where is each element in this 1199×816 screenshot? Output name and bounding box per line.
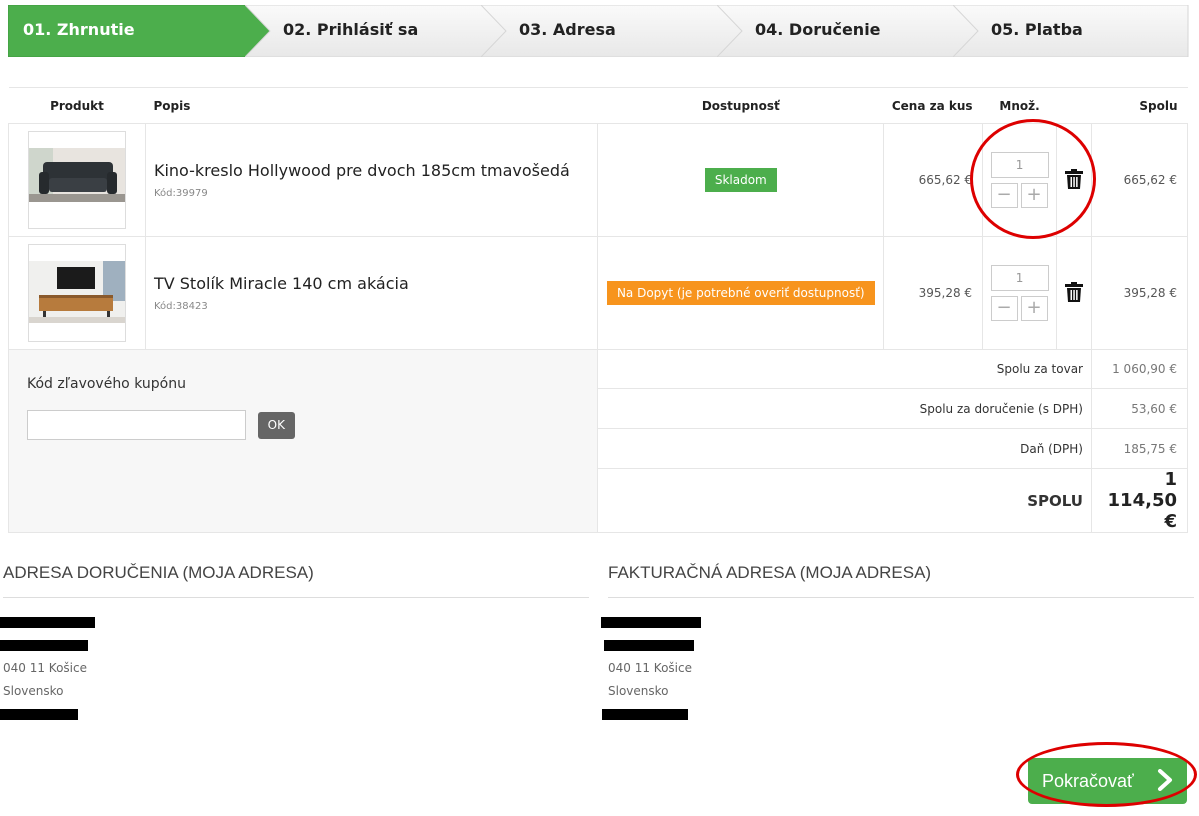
header-availability: Dostupnosť [597, 87, 884, 124]
billing-address: FAKTURAČNÁ ADRESA (MOJA ADRESA) 040 11 K… [601, 563, 1194, 726]
redacted-phone [0, 709, 78, 720]
tax-value: 185,75 € [1090, 428, 1189, 469]
subtotal-value: 1 060,90 € [1090, 349, 1189, 389]
step-label: 03. Adresa [519, 20, 616, 39]
unit-price: 665,62 € [883, 123, 984, 237]
coupon-ok-button[interactable]: OK [257, 411, 295, 439]
checkout-steps: 01. Zhrnutie 02. Prihlásiť sa 03. Adresa… [8, 5, 1189, 57]
cart-row: TV Stolík Miracle 140 cm akácia Kód:3842… [8, 236, 1189, 350]
step-label: 04. Doručenie [755, 20, 881, 39]
coupon-input[interactable] [27, 410, 246, 440]
redacted-street [604, 640, 694, 651]
header-total: Spolu [1091, 87, 1188, 124]
coupon-section: Kód zľavového kupónu OK [7, 349, 599, 533]
tax-label: Daň (DPH) [597, 428, 1092, 469]
grand-total-value: 1 114,50 € [1090, 468, 1189, 533]
plus-icon[interactable]: + [1020, 183, 1048, 208]
plus-icon[interactable]: + [1020, 296, 1048, 321]
billing-city: 040 11 Košice [608, 661, 692, 675]
redacted-name [0, 617, 95, 628]
availability-badge: Skladom [704, 168, 777, 192]
header-description: Popis [145, 87, 598, 124]
minus-icon[interactable]: − [990, 183, 1018, 208]
trash-icon[interactable] [1065, 281, 1083, 302]
step-delivery[interactable]: 04. Doručenie [717, 5, 980, 57]
delivery-city: 040 11 Košice [3, 661, 87, 675]
row-total: 665,62 € [1090, 123, 1189, 237]
cart-row: Kino-kreslo Hollywood pre dvoch 185cm tm… [8, 123, 1189, 237]
step-label: 01. Zhrnutie [23, 20, 135, 39]
subtotal-label: Spolu za tovar [597, 349, 1092, 389]
billing-country: Slovensko [608, 684, 669, 698]
header-quantity: Množ. [982, 87, 1057, 124]
chevron-right-icon [1158, 769, 1172, 791]
product-image-tv-stand[interactable] [28, 244, 126, 342]
grand-total-label: SPOLU [597, 468, 1092, 533]
quantity-stepper: 1 − + [990, 265, 1049, 321]
redacted-phone [602, 709, 688, 720]
delivery-address: ADRESA DORUČENIA (MOJA ADRESA) 040 11 Ko… [0, 563, 589, 726]
availability-badge: Na Dopyt (je potrebné overiť dostupnosť) [606, 281, 875, 305]
redacted-street [0, 640, 88, 651]
step-login[interactable]: 02. Prihlásiť sa [245, 5, 508, 57]
cart-header-row: Produkt Popis Dostupnosť Cena za kus Mno… [8, 87, 1188, 124]
minus-icon[interactable]: − [990, 296, 1018, 321]
continue-label: Pokračovať [1042, 771, 1134, 791]
quantity-input[interactable]: 1 [990, 152, 1049, 178]
quantity-input[interactable]: 1 [990, 265, 1049, 291]
trash-icon[interactable] [1065, 168, 1083, 189]
delivery-country: Slovensko [3, 684, 64, 698]
cart-table: Produkt Popis Dostupnosť Cena za kus Mno… [7, 87, 1189, 533]
product-code: Kód:38423 [153, 301, 208, 312]
unit-price: 395,28 € [883, 236, 984, 350]
product-image-recliner[interactable] [28, 131, 126, 229]
product-name[interactable]: Kino-kreslo Hollywood pre dvoch 185cm tm… [154, 161, 597, 180]
step-label: 05. Platba [991, 20, 1083, 39]
header-unit-price: Cena za kus [883, 87, 983, 124]
product-code: Kód:39979 [153, 188, 208, 199]
step-label: 02. Prihlásiť sa [283, 20, 419, 39]
row-total: 395,28 € [1090, 236, 1189, 350]
step-payment[interactable]: 05. Platba [953, 5, 1189, 57]
header-product: Produkt [8, 87, 146, 124]
shipping-label: Spolu za doručenie (s DPH) [597, 388, 1092, 429]
step-summary[interactable]: 01. Zhrnutie [8, 5, 271, 57]
delivery-address-title: ADRESA DORUČENIA (MOJA ADRESA) [3, 563, 589, 598]
billing-address-title: FAKTURAČNÁ ADRESA (MOJA ADRESA) [608, 563, 1194, 598]
coupon-label: Kód zľavového kupónu [27, 376, 186, 392]
shipping-value: 53,60 € [1090, 388, 1189, 429]
product-name[interactable]: TV Stolík Miracle 140 cm akácia [154, 274, 597, 293]
continue-button[interactable]: Pokračovať [1028, 758, 1187, 804]
step-address[interactable]: 03. Adresa [481, 5, 744, 57]
quantity-stepper: 1 − + [990, 152, 1049, 208]
redacted-name [601, 617, 701, 628]
